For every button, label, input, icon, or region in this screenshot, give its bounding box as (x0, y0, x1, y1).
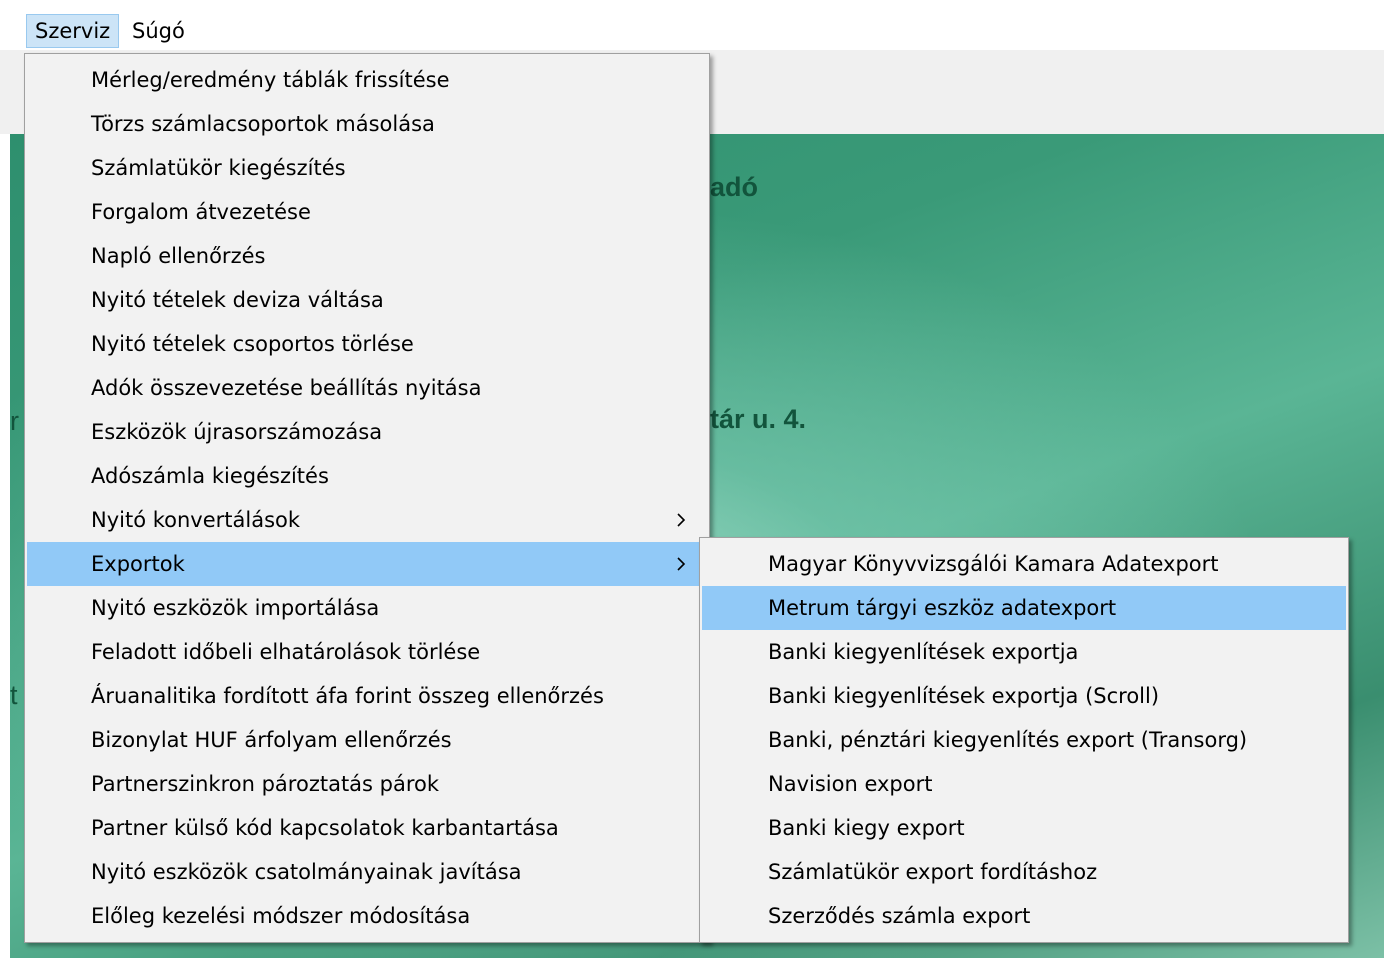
menu-item-label: Magyar Könyvvizsgálói Kamara Adatexport (768, 552, 1219, 576)
menu-item-label: Adók összevezetése beállítás nyitása (91, 376, 482, 400)
menu-item-label: Számlatükör kiegészítés (91, 156, 346, 180)
menu-item-label: Előleg kezelési módszer módosítása (91, 904, 471, 928)
menu-item-label: Nyitó eszközök csatolmányainak javítása (91, 860, 522, 884)
menu-item-label: Banki, pénztári kiegyenlítés export (Tra… (768, 728, 1248, 752)
background-text-fragment: tár u. 4. (710, 404, 807, 434)
menu-item-label: Nyitó eszközök importálása (91, 596, 380, 620)
menu-item-bizonylat-huf-ellenorzes[interactable]: Bizonylat HUF árfolyam ellenőrzés (27, 718, 707, 762)
background-text-fragment: r (10, 406, 19, 436)
menu-item-label: Áruanalitika fordított áfa forint összeg… (91, 684, 604, 708)
menu-item-label: Forgalom átvezetése (91, 200, 311, 224)
menu-bar: Szerviz Súgó (0, 0, 1384, 50)
menu-item-label: Mérleg/eredmény táblák frissítése (91, 68, 450, 92)
menu-item-partner-kulso-kod[interactable]: Partner külső kód kapcsolatok karbantart… (27, 806, 707, 850)
menu-item-nyito-konvertalasok[interactable]: Nyitó konvertálások (27, 498, 707, 542)
menu-item-label: Nyitó konvertálások (91, 508, 301, 532)
menu-item-label: Nyitó tételek csoportos törlése (91, 332, 414, 356)
menu-item-csatolmanyok-javitasa[interactable]: Nyitó eszközök csatolmányainak javítása (27, 850, 707, 894)
submenu-item-navision-export[interactable]: Navision export (702, 762, 1346, 806)
menu-item-label: Bizonylat HUF árfolyam ellenőrzés (91, 728, 452, 752)
menu-item-nyito-eszkozok-importalasa[interactable]: Nyitó eszközök importálása (27, 586, 707, 630)
menu-item-aruanalitika-ellenorzes[interactable]: Áruanalitika fordított áfa forint összeg… (27, 674, 707, 718)
menu-item-forgalom-atvezetese[interactable]: Forgalom átvezetése (27, 190, 707, 234)
background-text-fragment: adó (710, 172, 759, 202)
submenu-item-banki-kiegy-export[interactable]: Banki kiegy export (702, 806, 1346, 850)
submenu-item-transorg-export[interactable]: Banki, pénztári kiegyenlítés export (Tra… (702, 718, 1346, 762)
menubar-item-szerviz[interactable]: Szerviz (26, 14, 120, 48)
submenu-item-mkk-adatexport[interactable]: Magyar Könyvvizsgálói Kamara Adatexport (702, 542, 1346, 586)
menu-item-label: Napló ellenőrzés (91, 244, 266, 268)
menu-item-label: Törzs számlacsoportok másolása (91, 112, 435, 136)
submenu-item-banki-kiegyenlitesek-scroll[interactable]: Banki kiegyenlítések exportja (Scroll) (702, 674, 1346, 718)
menu-item-label: Nyitó tételek deviza váltása (91, 288, 384, 312)
submenu-item-metrum-adatexport[interactable]: Metrum tárgyi eszköz adatexport (702, 586, 1346, 630)
menu-item-label: Eszközök újrasorszámozása (91, 420, 383, 444)
chevron-right-icon (677, 513, 686, 527)
menu-item-eszkozok-ujrasorszamozasa[interactable]: Eszközök újrasorszámozása (27, 410, 707, 454)
background-text-fragment: t (10, 680, 18, 710)
exportok-submenu: Magyar Könyvvizsgálói Kamara Adatexport … (699, 537, 1349, 943)
menubar-item-sugo[interactable]: Súgó (124, 14, 193, 48)
menu-item-label: Partner külső kód kapcsolatok karbantart… (91, 816, 559, 840)
menu-item-label: Adószámla kiegészítés (91, 464, 329, 488)
menu-item-eloleg-kezelesi-modszer[interactable]: Előleg kezelési módszer módosítása (27, 894, 707, 938)
menu-item-label: Banki kiegy export (768, 816, 965, 840)
menu-item-nyito-csoportos-torles[interactable]: Nyitó tételek csoportos törlése (27, 322, 707, 366)
menu-item-label: Partnerszinkron pároztatás párok (91, 772, 440, 796)
menu-item-naplo-ellenorzes[interactable]: Napló ellenőrzés (27, 234, 707, 278)
menu-item-label: Feladott időbeli elhatárolások törlése (91, 640, 481, 664)
submenu-item-szamlatukor-export[interactable]: Számlatükör export fordításhoz (702, 850, 1346, 894)
submenu-item-szerzodes-szamla-export[interactable]: Szerződés számla export (702, 894, 1346, 938)
menu-item-label: Számlatükör export fordításhoz (768, 860, 1098, 884)
menu-item-label: Metrum tárgyi eszköz adatexport (768, 596, 1117, 620)
menu-item-szamlatukor-kiegeszites[interactable]: Számlatükör kiegészítés (27, 146, 707, 190)
menu-item-elhatarolasok-torlese[interactable]: Feladott időbeli elhatárolások törlése (27, 630, 707, 674)
menu-item-label: Exportok (91, 552, 185, 576)
menu-item-adok-osszevezetese[interactable]: Adók összevezetése beállítás nyitása (27, 366, 707, 410)
menu-item-label: Navision export (768, 772, 933, 796)
menu-item-adoszamla-kiegeszites[interactable]: Adószámla kiegészítés (27, 454, 707, 498)
menu-item-nyito-deviza-valtas[interactable]: Nyitó tételek deviza váltása (27, 278, 707, 322)
menu-item-label: Szerződés számla export (768, 904, 1031, 928)
menu-item-partnerszinkron-parok[interactable]: Partnerszinkron pároztatás párok (27, 762, 707, 806)
submenu-item-banki-kiegyenlitesek[interactable]: Banki kiegyenlítések exportja (702, 630, 1346, 674)
menu-item-label: Banki kiegyenlítések exportja (768, 640, 1079, 664)
menu-item-merleg-frissites[interactable]: Mérleg/eredmény táblák frissítése (27, 58, 707, 102)
menu-item-exportok[interactable]: Exportok (27, 542, 707, 586)
menu-item-label: Banki kiegyenlítések exportja (Scroll) (768, 684, 1160, 708)
menu-item-torzs-masolas[interactable]: Törzs számlacsoportok másolása (27, 102, 707, 146)
szerviz-dropdown-menu: Mérleg/eredmény táblák frissítése Törzs … (24, 53, 710, 943)
chevron-right-icon (677, 557, 686, 571)
